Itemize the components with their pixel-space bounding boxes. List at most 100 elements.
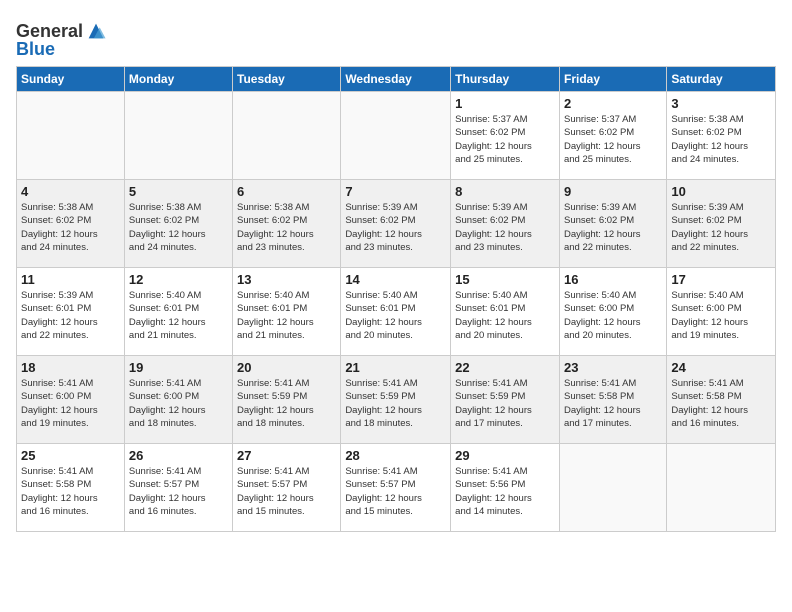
calendar-day-10: 10 Sunrise: 5:39 AMSunset: 6:02 PMDayligh… — [667, 180, 776, 268]
day-number: 14 — [345, 272, 446, 287]
calendar-day-15: 15Sunrise: 5:40 AMSunset: 6:01 PMDayligh… — [451, 268, 560, 356]
day-info: Sunrise: 5:41 AMSunset: 6:00 PMDaylight:… — [21, 377, 120, 430]
day-number: 28 — [345, 448, 446, 463]
calendar-week-row: 11 Sunrise: 5:39 AMSunset: 6:01 PMDayligh… — [17, 268, 776, 356]
day-number: 12 — [129, 272, 228, 287]
calendar-day-5: 5 Sunrise: 5:38 AMSunset: 6:02 PMDaylight… — [124, 180, 232, 268]
day-info: Sunrise: 5:38 AMSunset: 6:02 PMDaylight:… — [129, 201, 228, 254]
day-info: Sunrise: 5:41 AMSunset: 5:57 PMDaylight:… — [237, 465, 336, 518]
day-number: 1 — [455, 96, 555, 111]
day-info: Sunrise: 5:40 AMSunset: 6:01 PMDaylight:… — [129, 289, 228, 342]
calendar-day-12: 12 Sunrise: 5:40 AMSunset: 6:01 PMDayligh… — [124, 268, 232, 356]
calendar-day-14: 14 Sunrise: 5:40 AMSunset: 6:01 PMDayligh… — [341, 268, 451, 356]
day-number: 29 — [455, 448, 555, 463]
day-info: Sunrise: 5:37 AMSunset: 6:02 PMDaylight:… — [455, 113, 555, 166]
logo-text: General — [16, 22, 83, 40]
day-number: 7 — [345, 184, 446, 199]
day-info: Sunrise: 5:41 AMSunset: 5:58 PMDaylight:… — [564, 377, 662, 430]
day-number: 10 — [671, 184, 771, 199]
day-number: 20 — [237, 360, 336, 375]
day-info: Sunrise: 5:41 AMSunset: 6:00 PMDaylight:… — [129, 377, 228, 430]
day-number: 22 — [455, 360, 555, 375]
day-info: Sunrise: 5:41 AMSunset: 5:59 PMDaylight:… — [345, 377, 446, 430]
calendar-header-row: SundayMondayTuesdayWednesdayThursdayFrid… — [17, 67, 776, 92]
day-info: Sunrise: 5:38 AMSunset: 6:02 PMDaylight:… — [21, 201, 120, 254]
calendar-week-row: 18Sunrise: 5:41 AMSunset: 6:00 PMDayligh… — [17, 356, 776, 444]
day-number: 11 — [21, 272, 120, 287]
logo: General Blue — [16, 20, 107, 58]
weekday-header-tuesday: Tuesday — [233, 67, 341, 92]
weekday-header-monday: Monday — [124, 67, 232, 92]
calendar-week-row: 25 Sunrise: 5:41 AMSunset: 5:58 PMDayligh… — [17, 444, 776, 532]
calendar-week-row: 4 Sunrise: 5:38 AMSunset: 6:02 PMDaylight… — [17, 180, 776, 268]
day-info: Sunrise: 5:40 AMSunset: 6:00 PMDaylight:… — [671, 289, 771, 342]
day-info: Sunrise: 5:39 AMSunset: 6:02 PMDaylight:… — [455, 201, 555, 254]
day-info: Sunrise: 5:41 AMSunset: 5:59 PMDaylight:… — [237, 377, 336, 430]
calendar-day-29: 29Sunrise: 5:41 AMSunset: 5:56 PMDayligh… — [451, 444, 560, 532]
calendar-day-19: 19 Sunrise: 5:41 AMSunset: 6:00 PMDayligh… — [124, 356, 232, 444]
calendar-day-24: 24Sunrise: 5:41 AMSunset: 5:58 PMDayligh… — [667, 356, 776, 444]
day-number: 2 — [564, 96, 662, 111]
calendar-day-20: 20 Sunrise: 5:41 AMSunset: 5:59 PMDayligh… — [233, 356, 341, 444]
calendar-day-26: 26 Sunrise: 5:41 AMSunset: 5:57 PMDayligh… — [124, 444, 232, 532]
day-number: 13 — [237, 272, 336, 287]
day-info: Sunrise: 5:39 AMSunset: 6:02 PMDaylight:… — [345, 201, 446, 254]
weekday-header-thursday: Thursday — [451, 67, 560, 92]
calendar-day-2: 2 Sunrise: 5:37 AMSunset: 6:02 PMDaylight… — [559, 92, 666, 180]
calendar-day-21: 21 Sunrise: 5:41 AMSunset: 5:59 PMDayligh… — [341, 356, 451, 444]
day-info: Sunrise: 5:40 AMSunset: 6:00 PMDaylight:… — [564, 289, 662, 342]
calendar-day-18: 18Sunrise: 5:41 AMSunset: 6:00 PMDayligh… — [17, 356, 125, 444]
calendar-day-27: 27 Sunrise: 5:41 AMSunset: 5:57 PMDayligh… — [233, 444, 341, 532]
weekday-header-friday: Friday — [559, 67, 666, 92]
weekday-header-wednesday: Wednesday — [341, 67, 451, 92]
day-number: 25 — [21, 448, 120, 463]
day-number: 27 — [237, 448, 336, 463]
calendar-day-empty — [559, 444, 666, 532]
calendar-day-6: 6Sunrise: 5:38 AMSunset: 6:02 PMDaylight… — [233, 180, 341, 268]
calendar-day-9: 9Sunrise: 5:39 AMSunset: 6:02 PMDaylight… — [559, 180, 666, 268]
logo-icon — [85, 20, 107, 42]
day-number: 6 — [237, 184, 336, 199]
weekday-header-sunday: Sunday — [17, 67, 125, 92]
logo-blue-text: Blue — [16, 40, 55, 58]
day-number: 15 — [455, 272, 555, 287]
calendar-day-empty — [124, 92, 232, 180]
day-info: Sunrise: 5:38 AMSunset: 6:02 PMDaylight:… — [671, 113, 771, 166]
day-info: Sunrise: 5:41 AMSunset: 5:58 PMDaylight:… — [21, 465, 120, 518]
day-number: 21 — [345, 360, 446, 375]
day-number: 8 — [455, 184, 555, 199]
calendar-week-row: 1 Sunrise: 5:37 AMSunset: 6:02 PMDaylight… — [17, 92, 776, 180]
day-number: 24 — [671, 360, 771, 375]
calendar-day-3: 3 Sunrise: 5:38 AMSunset: 6:02 PMDaylight… — [667, 92, 776, 180]
calendar-day-empty — [17, 92, 125, 180]
day-info: Sunrise: 5:40 AMSunset: 6:01 PMDaylight:… — [345, 289, 446, 342]
day-info: Sunrise: 5:39 AMSunset: 6:01 PMDaylight:… — [21, 289, 120, 342]
day-number: 26 — [129, 448, 228, 463]
day-number: 5 — [129, 184, 228, 199]
calendar-day-17: 17 Sunrise: 5:40 AMSunset: 6:00 PMDayligh… — [667, 268, 776, 356]
calendar-day-11: 11 Sunrise: 5:39 AMSunset: 6:01 PMDayligh… — [17, 268, 125, 356]
calendar-day-22: 22 Sunrise: 5:41 AMSunset: 5:59 PMDayligh… — [451, 356, 560, 444]
calendar-day-7: 7 Sunrise: 5:39 AMSunset: 6:02 PMDaylight… — [341, 180, 451, 268]
calendar-day-empty — [341, 92, 451, 180]
calendar-table: SundayMondayTuesdayWednesdayThursdayFrid… — [16, 66, 776, 532]
day-number: 4 — [21, 184, 120, 199]
day-info: Sunrise: 5:41 AMSunset: 5:57 PMDaylight:… — [129, 465, 228, 518]
day-number: 17 — [671, 272, 771, 287]
day-number: 3 — [671, 96, 771, 111]
calendar-day-28: 28 Sunrise: 5:41 AMSunset: 5:57 PMDayligh… — [341, 444, 451, 532]
day-info: Sunrise: 5:41 AMSunset: 5:57 PMDaylight:… — [345, 465, 446, 518]
day-info: Sunrise: 5:40 AMSunset: 6:01 PMDaylight:… — [237, 289, 336, 342]
calendar-day-13: 13 Sunrise: 5:40 AMSunset: 6:01 PMDayligh… — [233, 268, 341, 356]
calendar-day-8: 8 Sunrise: 5:39 AMSunset: 6:02 PMDaylight… — [451, 180, 560, 268]
day-number: 19 — [129, 360, 228, 375]
day-info: Sunrise: 5:39 AMSunset: 6:02 PMDaylight:… — [671, 201, 771, 254]
day-info: Sunrise: 5:37 AMSunset: 6:02 PMDaylight:… — [564, 113, 662, 166]
calendar-day-empty — [667, 444, 776, 532]
day-info: Sunrise: 5:41 AMSunset: 5:59 PMDaylight:… — [455, 377, 555, 430]
calendar-day-empty — [233, 92, 341, 180]
calendar-day-4: 4 Sunrise: 5:38 AMSunset: 6:02 PMDaylight… — [17, 180, 125, 268]
calendar-day-25: 25 Sunrise: 5:41 AMSunset: 5:58 PMDayligh… — [17, 444, 125, 532]
page-header: General Blue — [16, 16, 776, 58]
day-info: Sunrise: 5:39 AMSunset: 6:02 PMDaylight:… — [564, 201, 662, 254]
